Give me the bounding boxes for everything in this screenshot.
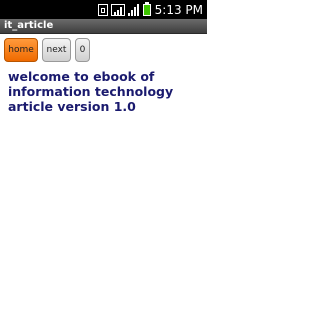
next-button[interactable]: next (42, 38, 71, 62)
app-title: it_article (4, 20, 54, 31)
status-bar: 5:13 PM (0, 0, 207, 19)
clock: 5:13 PM (154, 2, 203, 17)
signal-icon (127, 3, 140, 16)
article-text: welcome to ebook of information technolo… (8, 69, 174, 114)
status-icons: 5:13 PM (97, 0, 207, 19)
page-number-button[interactable]: 0 (75, 38, 90, 62)
battery-icon (142, 1, 151, 16)
title-bar: it_article (0, 19, 207, 34)
sim-icon (97, 3, 108, 16)
home-button[interactable]: home (4, 38, 38, 62)
wifi-icon (110, 3, 125, 16)
